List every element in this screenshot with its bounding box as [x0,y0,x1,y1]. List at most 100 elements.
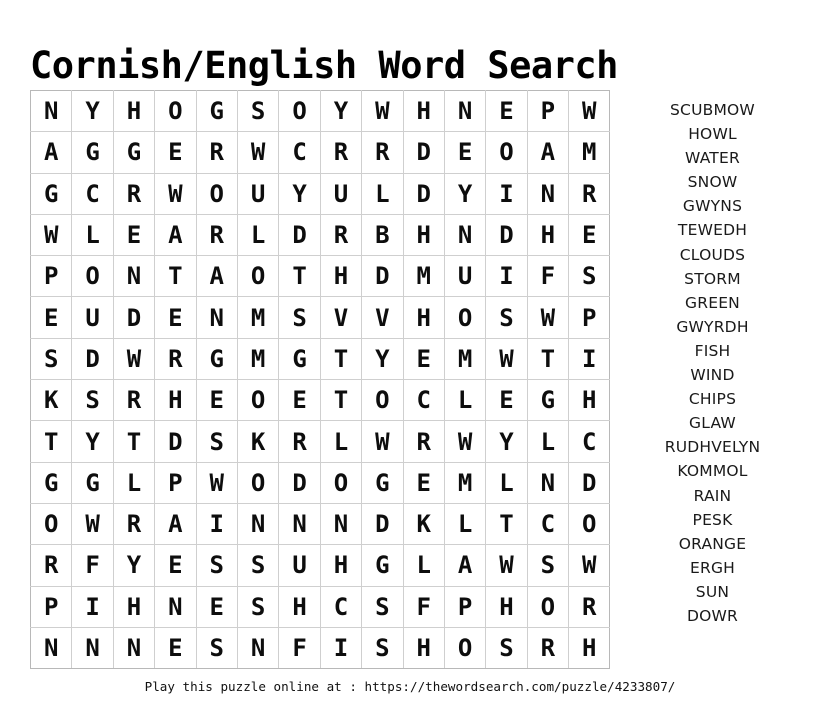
grid-cell[interactable]: O [237,255,280,298]
grid-cell[interactable]: N [527,462,570,504]
grid-cell[interactable]: L [71,214,114,257]
grid-cell[interactable]: S [361,627,404,670]
grid-cell[interactable]: S [485,627,528,670]
grid-cell[interactable]: R [403,420,445,463]
grid-cell[interactable]: C [278,131,321,174]
grid-cell[interactable]: W [361,420,404,463]
grid-cell[interactable]: S [237,90,280,133]
grid-cell[interactable]: M [568,131,611,174]
grid-cell[interactable]: E [485,379,528,422]
word-list-item[interactable]: KOMMOL [620,459,805,483]
grid-cell[interactable]: R [196,214,238,257]
grid-cell[interactable]: T [485,503,528,546]
grid-cell[interactable]: N [320,503,363,546]
grid-cell[interactable]: D [568,462,611,504]
grid-cell[interactable]: N [237,503,280,546]
grid-cell[interactable]: D [278,214,321,257]
grid-cell[interactable]: M [237,338,280,381]
grid-cell[interactable]: S [278,296,321,339]
grid-cell[interactable]: E [196,379,238,422]
grid-cell[interactable]: L [444,503,487,546]
grid-cell[interactable]: N [154,586,197,628]
grid-cell[interactable]: Y [71,420,114,463]
grid-cell[interactable]: S [527,544,570,587]
word-list-item[interactable]: CHIPS [620,387,805,411]
word-list-item[interactable]: TEWEDH [620,218,805,242]
grid-cell[interactable]: T [320,338,363,381]
letter-grid[interactable]: NYHOGSOYWHNEPWAGGERWCRRDEOAMGCRWOUYULDYI… [30,90,611,670]
grid-cell[interactable]: I [485,173,528,215]
grid-cell[interactable]: U [237,173,280,215]
grid-cell[interactable]: E [403,338,445,381]
grid-cell[interactable]: E [403,462,445,504]
grid-cell[interactable]: L [485,462,528,504]
grid-cell[interactable]: B [361,214,404,257]
word-list-item[interactable]: PESK [620,508,805,532]
grid-cell[interactable]: G [196,338,238,381]
grid-cell[interactable]: U [278,544,321,587]
grid-cell[interactable]: A [444,544,487,587]
grid-cell[interactable]: N [30,627,73,670]
grid-cell[interactable]: F [71,544,114,587]
grid-cell[interactable]: O [154,90,197,133]
grid-cell[interactable]: H [527,214,570,257]
grid-cell[interactable]: D [113,296,156,339]
grid-cell[interactable]: E [154,131,197,174]
grid-cell[interactable]: R [113,173,156,215]
grid-cell[interactable]: R [320,131,363,174]
grid-cell[interactable]: W [527,296,570,339]
word-list-item[interactable]: WIND [620,363,805,387]
grid-cell[interactable]: E [485,90,528,133]
grid-cell[interactable]: A [154,214,197,257]
word-list-item[interactable]: WATER [620,146,805,170]
grid-cell[interactable]: O [527,586,570,628]
word-list-item[interactable]: SNOW [620,170,805,194]
grid-cell[interactable]: T [527,338,570,381]
word-list-item[interactable]: STORM [620,267,805,291]
grid-cell[interactable]: W [485,338,528,381]
grid-cell[interactable]: A [30,131,73,174]
word-list-item[interactable]: ORANGE [620,532,805,556]
grid-cell[interactable]: D [485,214,528,257]
grid-cell[interactable]: F [527,255,570,298]
grid-cell[interactable]: P [30,255,73,298]
grid-cell[interactable]: E [154,296,197,339]
grid-cell[interactable]: C [568,420,611,463]
grid-cell[interactable]: S [361,586,404,628]
grid-cell[interactable]: H [154,379,197,422]
grid-cell[interactable]: U [71,296,114,339]
grid-cell[interactable]: E [444,131,487,174]
grid-cell[interactable]: S [237,544,280,587]
grid-cell[interactable]: H [320,255,363,298]
grid-cell[interactable]: G [361,462,404,504]
grid-cell[interactable]: R [196,131,238,174]
grid-cell[interactable]: C [403,379,445,422]
grid-cell[interactable]: D [403,131,445,174]
grid-cell[interactable]: L [320,420,363,463]
grid-cell[interactable]: K [30,379,73,422]
grid-cell[interactable]: I [320,627,363,670]
word-list-item[interactable]: SCUBMOW [620,98,805,122]
grid-cell[interactable]: D [71,338,114,381]
word-list-item[interactable]: SUN [620,580,805,604]
grid-cell[interactable]: H [568,627,611,670]
grid-cell[interactable]: W [30,214,73,257]
grid-cell[interactable]: W [113,338,156,381]
grid-cell[interactable]: K [237,420,280,463]
grid-cell[interactable]: M [237,296,280,339]
grid-cell[interactable]: U [444,255,487,298]
grid-cell[interactable]: C [527,503,570,546]
grid-cell[interactable]: N [444,214,487,257]
grid-cell[interactable]: R [527,627,570,670]
grid-cell[interactable]: R [361,131,404,174]
grid-cell[interactable]: G [30,462,73,504]
grid-cell[interactable]: E [568,214,611,257]
grid-cell[interactable]: Y [485,420,528,463]
word-list-item[interactable]: ERGH [620,556,805,580]
grid-cell[interactable]: W [485,544,528,587]
grid-cell[interactable]: W [154,173,197,215]
grid-cell[interactable]: A [154,503,197,546]
grid-cell[interactable]: O [485,131,528,174]
grid-cell[interactable]: H [113,90,156,133]
grid-cell[interactable]: O [361,379,404,422]
